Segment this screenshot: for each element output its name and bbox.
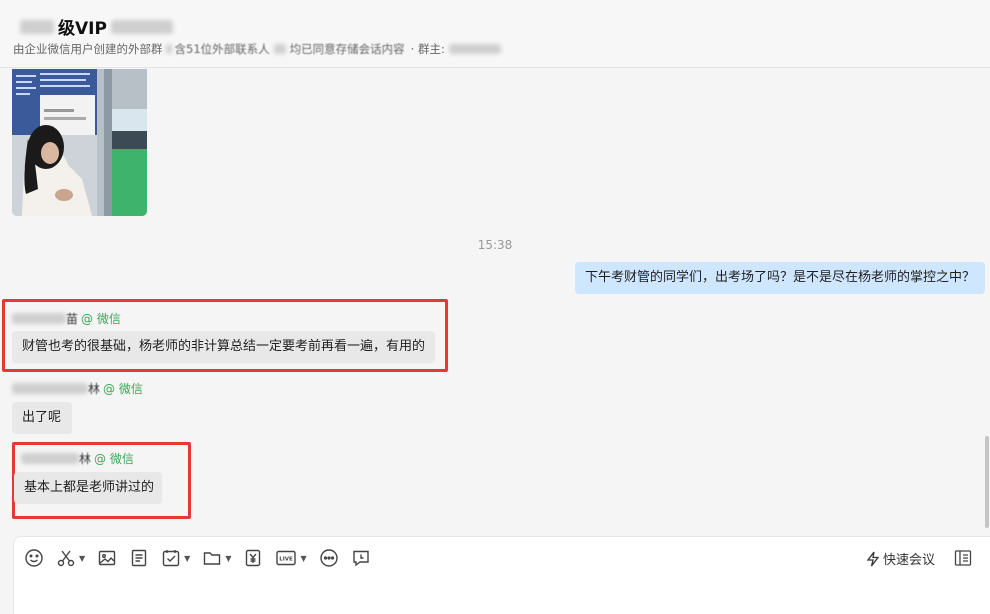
todo-icon [162,550,180,567]
message-composer[interactable]: ▼ ▼ ▼ LIVE ▼ 快速会议 [13,536,990,614]
sender-name-tail: 林 [79,452,92,466]
image-button[interactable] [97,547,117,569]
photo-illustration [12,69,147,216]
document-button[interactable] [129,547,149,569]
chevron-down-icon[interactable]: ▼ [225,554,231,563]
quick-meeting-button[interactable]: 快速会议 [866,549,935,568]
sender-name-tail: 林 [88,382,101,396]
incoming-message-bubble[interactable]: 财管也考的很基础，杨老师的非计算总结一定要考前再看一遍，有用的 [12,331,435,363]
chevron-down-icon[interactable]: ▼ [300,554,306,563]
sender-line-3[interactable]: 林 @ 微信 [21,450,134,467]
incoming-message-bubble[interactable]: 出了呢 [12,402,72,434]
subtitle-lead: 由企业微信用户创建的外部群 [13,42,163,56]
outgoing-message-bubble[interactable]: 下午考财管的同学们，出考场了吗？是不是尽在杨老师的掌控之中？ [575,262,985,294]
sender-name-redacted [12,313,66,324]
title-redacted [20,19,54,34]
file-button[interactable]: ▼ [202,547,231,569]
scissors-icon [57,550,75,567]
svg-text:LIVE: LIVE [280,557,294,563]
chevron-down-icon[interactable]: ▼ [184,554,190,563]
subtitle-owner-redacted [448,44,501,54]
document-icon [131,549,147,567]
sender-name-redacted [21,453,79,464]
sidebar-toggle-button[interactable] [954,549,972,571]
message-timestamp: 15:38 [477,238,513,252]
folder-icon [204,552,221,565]
chat-subtitle: 由企业微信用户创建的外部群 含51位外部联系人 均已同意存储会话内容 · 群主: [13,41,501,57]
schedule-icon [352,550,369,567]
screenshot-button[interactable]: ▼ [56,547,85,569]
incoming-message-bubble[interactable]: 基本上都是老师讲过的 [14,472,162,504]
live-button[interactable]: LIVE ▼ [275,547,307,569]
chat-header: 级VIP 由企业微信用户创建的外部群 含51位外部联系人 均已同意存储会话内容 … [0,0,990,68]
todo-button[interactable]: ▼ [161,547,190,569]
schedule-button[interactable] [351,547,371,569]
subtitle-redacted-1 [165,44,172,54]
shared-photo[interactable] [12,69,147,216]
emoji-button[interactable] [24,547,44,569]
sender-name-tail: 苗 [66,312,79,326]
sender-source: @ 微信 [81,312,121,326]
more-button[interactable] [319,547,339,569]
red-packet-button[interactable] [243,547,263,569]
chevron-down-icon[interactable]: ▼ [79,554,85,563]
lightning-icon [866,551,880,566]
live-icon: LIVE [276,550,297,566]
subtitle-tail: 均已同意存储会话内容 [289,42,405,56]
more-icon [319,549,338,567]
chat-title-row[interactable]: 级VIP [20,14,173,39]
subtitle-owner: · 群主: [410,42,445,56]
sidebar-toggle-icon [954,550,972,566]
subtitle-redacted-2 [273,44,286,54]
sender-source: @ 微信 [103,382,143,396]
emoji-icon [25,549,43,567]
title-redacted-tail [110,19,173,34]
chat-title: 级VIP [58,19,107,39]
sender-line-1[interactable]: 苗 @ 微信 [12,310,121,327]
subtitle-mid: 含51位外部联系人 [174,42,270,56]
image-icon [98,550,116,566]
chat-scrollbar[interactable] [985,436,989,528]
sender-line-2[interactable]: 林 @ 微信 [12,380,143,397]
sender-name-redacted [12,383,88,394]
composer-toolbar: ▼ ▼ ▼ LIVE ▼ [24,547,383,569]
sender-source: @ 微信 [94,452,134,466]
quick-meeting-label: 快速会议 [883,553,936,568]
money-icon [246,549,261,567]
